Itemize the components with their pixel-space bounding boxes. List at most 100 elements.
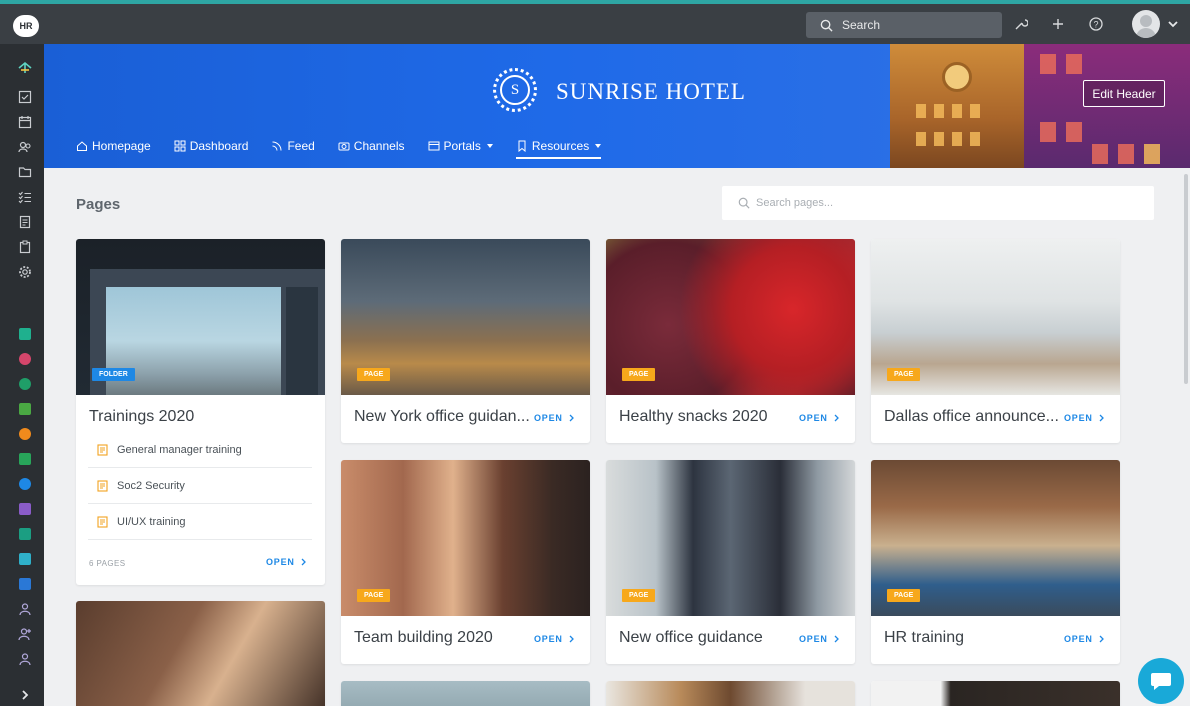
nav-portals[interactable]: Portals — [428, 137, 493, 155]
page-card[interactable]: PAGE Dallas office announce... OPEN — [871, 239, 1120, 443]
app-icon-5[interactable] — [17, 426, 33, 442]
app-icon-2[interactable] — [17, 351, 33, 367]
folder-icon[interactable] — [17, 164, 33, 180]
page-card[interactable]: PAGE Healthy snacks 2020 OPEN — [606, 239, 855, 443]
folder-title[interactable]: Trainings 2020 — [89, 408, 194, 426]
page-badge: PAGE — [887, 368, 921, 381]
chevron-down-icon[interactable] — [1167, 18, 1179, 30]
open-link[interactable]: OPEN — [534, 634, 575, 644]
page-card[interactable]: PAGE Team building 2020 OPEN — [341, 460, 590, 664]
page-badge: PAGE — [622, 368, 656, 381]
pages-search-input[interactable]: Search pages... — [722, 186, 1154, 220]
page-title: Pages — [76, 196, 121, 213]
page-badge: PAGE — [887, 589, 921, 602]
document-icon — [97, 479, 108, 492]
open-link[interactable]: OPEN — [534, 413, 575, 423]
home-icon[interactable] — [17, 60, 33, 76]
open-link[interactable]: OPEN — [799, 634, 840, 644]
page-card[interactable] — [606, 681, 855, 706]
checklist-icon[interactable] — [17, 189, 33, 205]
person-outline-icon[interactable] — [17, 651, 33, 667]
portal-icon — [428, 141, 439, 151]
app-icon-7[interactable] — [17, 476, 33, 492]
nav-resources-label: Resources — [531, 139, 590, 153]
page-title[interactable]: HR training — [884, 629, 1059, 647]
app-icon-4[interactable] — [17, 401, 33, 417]
folder-list-item-label: General manager training — [117, 443, 242, 456]
document-icon[interactable] — [17, 214, 33, 230]
page-title[interactable]: New office guidance — [619, 629, 794, 647]
org-badge[interactable]: HR — [13, 15, 39, 37]
caret-down-icon — [486, 144, 493, 148]
open-link[interactable]: OPEN — [799, 413, 840, 423]
nav-dashboard[interactable]: Dashboard — [174, 137, 249, 155]
edit-header-button[interactable]: Edit Header — [1083, 80, 1165, 107]
app-icon-9[interactable] — [17, 526, 33, 542]
page-title[interactable]: Healthy snacks 2020 — [619, 408, 794, 426]
nav-feed[interactable]: Feed — [271, 137, 315, 155]
help-icon[interactable]: ? — [1086, 14, 1106, 34]
app-icon-6[interactable] — [17, 451, 33, 467]
page-card-image — [606, 681, 855, 706]
calendar-icon[interactable] — [17, 114, 33, 130]
nav-feed-label: Feed — [287, 139, 315, 153]
chevron-right-icon — [834, 635, 839, 643]
open-link-label: OPEN — [1064, 413, 1093, 423]
folder-list-item[interactable]: General manager training — [88, 432, 312, 468]
app-icon-11[interactable] — [17, 576, 33, 592]
folder-card[interactable]: FOLDER Trainings 2020 General manager tr… — [76, 239, 325, 585]
global-search[interactable]: Search — [806, 12, 1002, 38]
chat-button[interactable] — [1138, 658, 1184, 704]
open-link[interactable]: OPEN — [266, 557, 307, 567]
settings-icon[interactable] — [17, 264, 33, 280]
page-title[interactable]: Dallas office announce... — [884, 408, 1059, 426]
open-link-label: OPEN — [799, 634, 828, 644]
app-icon-10[interactable] — [17, 551, 33, 567]
page-title[interactable]: New York office guidan... — [354, 408, 529, 426]
clipboard-icon[interactable] — [17, 239, 33, 255]
open-link-label: OPEN — [1064, 634, 1093, 644]
search-icon — [738, 197, 750, 209]
scrollbar[interactable] — [1184, 174, 1188, 384]
app-icon-3[interactable] — [17, 376, 33, 392]
hotel-logo[interactable]: S — [493, 68, 537, 112]
tasks-icon[interactable] — [17, 89, 33, 105]
people-icon[interactable] — [17, 139, 33, 155]
nav-dashboard-label: Dashboard — [189, 139, 249, 153]
page-card[interactable] — [76, 601, 325, 706]
hotel-name: SUNRISE HOTEL — [556, 79, 746, 104]
chevron-right-icon — [834, 414, 839, 422]
page-card[interactable]: PAGE HR training OPEN — [871, 460, 1120, 664]
app-icon-8[interactable] — [17, 501, 33, 517]
open-link-label: OPEN — [266, 557, 295, 567]
page-card[interactable] — [341, 681, 590, 706]
channels-icon — [338, 142, 350, 151]
open-link[interactable]: OPEN — [1064, 413, 1105, 423]
folder-list-item[interactable]: UI/UX training — [88, 504, 312, 540]
chevron-right-icon — [1099, 635, 1104, 643]
nav-homepage[interactable]: Homepage — [76, 137, 151, 155]
folder-list-item[interactable]: Soc2 Security — [88, 468, 312, 504]
global-search-label: Search — [842, 18, 881, 32]
nav-resources[interactable]: Resources — [515, 137, 602, 159]
person-icon[interactable] — [17, 601, 33, 617]
person-add-icon[interactable] — [17, 626, 33, 642]
clock-face — [942, 62, 972, 92]
open-link-label: OPEN — [534, 634, 563, 644]
app-icon-1[interactable] — [17, 326, 33, 342]
folder-list-item-label: Soc2 Security — [117, 479, 185, 492]
page-card[interactable]: PAGE New York office guidan... OPEN — [341, 239, 590, 443]
nav-channels[interactable]: Channels — [338, 137, 405, 155]
page-card[interactable] — [871, 681, 1120, 706]
chat-icon — [1151, 673, 1171, 690]
user-avatar[interactable] — [1132, 10, 1160, 38]
chevron-right-icon — [569, 414, 574, 422]
wrench-icon[interactable] — [1011, 14, 1031, 34]
svg-text:?: ? — [1093, 20, 1098, 30]
page-title[interactable]: Team building 2020 — [354, 629, 529, 647]
open-link[interactable]: OPEN — [1064, 634, 1105, 644]
page-card-image — [341, 681, 590, 706]
chevron-right-icon[interactable] — [17, 687, 33, 703]
plus-icon[interactable] — [1048, 14, 1068, 34]
page-card[interactable]: PAGE New office guidance OPEN — [606, 460, 855, 664]
